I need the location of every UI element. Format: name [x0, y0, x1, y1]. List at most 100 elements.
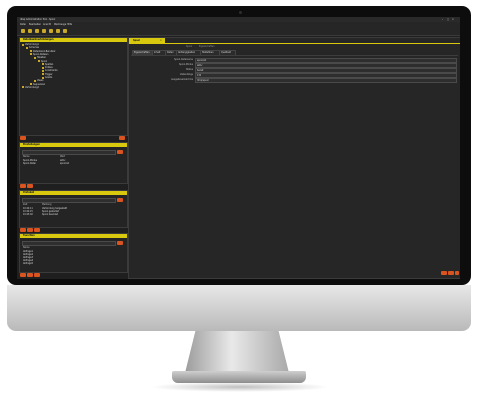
folder-icon — [38, 60, 40, 62]
settings-remove-button[interactable] — [27, 184, 33, 188]
apply-button[interactable] — [441, 271, 447, 275]
new-connection-icon[interactable] — [21, 29, 25, 33]
settings-add-button[interactable] — [20, 184, 26, 188]
log-panel: Protokoll Zeit Meldung 10:42:11 Verbindu… — [19, 190, 128, 228]
subtab-divider — [131, 55, 458, 56]
save-icon[interactable] — [35, 29, 39, 33]
folder-icon — [30, 50, 32, 53]
folder-icon — [26, 46, 28, 49]
remove-connection-button[interactable] — [119, 136, 125, 140]
settings-col-name: Name — [23, 155, 30, 158]
close-tab-icon[interactable]: × — [160, 39, 162, 42]
delete-button[interactable] — [455, 271, 459, 275]
folder-icon — [30, 53, 32, 56]
field-value: /tmp/spool — [197, 79, 209, 82]
menu-edit[interactable]: Bearbeiten — [29, 23, 41, 26]
connection-tree: Verbindung1 Schemas Datenbank-Benutzer Spoo… — [20, 43, 127, 133]
settings-filter-button[interactable] — [117, 150, 123, 154]
execute-icon[interactable] — [49, 29, 53, 33]
folder-icon — [34, 79, 36, 82]
app-window: dbsp Administration Tool - Spool – □ × D… — [17, 17, 460, 279]
settings-panel-header: Einstellungen — [20, 143, 127, 147]
subtab-content-label: Inhalt — [154, 51, 161, 54]
settings-icon[interactable] — [63, 29, 67, 33]
folder-icon — [42, 69, 44, 72]
field-label: Spool-Modus — [179, 63, 193, 66]
log-row-message[interactable]: Spool beendet — [42, 213, 58, 216]
subtab-source-label: Quelltext — [221, 51, 231, 54]
minimize-button[interactable]: – — [442, 18, 443, 21]
field-label: Spool-Dateiname — [174, 58, 193, 61]
tree-item-label: Grants — [45, 76, 53, 79]
window-title: dbsp Administration Tool - Spool — [20, 18, 56, 21]
folder-icon — [42, 66, 44, 69]
field-label: Status — [186, 68, 193, 71]
log-filter-input[interactable] — [22, 198, 116, 203]
favorites-col-name: Name — [23, 246, 30, 249]
log-filter-button[interactable] — [117, 198, 123, 202]
menu-help[interactable]: Hilfe — [67, 23, 72, 26]
folder-icon — [22, 86, 24, 89]
connections-panel: Datenbankverbindungen Verbindung1 Schemas… — [19, 37, 128, 136]
connections-panel-title: Datenbankverbindungen — [23, 38, 54, 41]
tree-item-label: Verbindung2 — [25, 85, 39, 89]
stop-icon[interactable] — [56, 29, 60, 33]
monitor-chin — [7, 285, 471, 331]
settings-panel-title: Einstellungen — [23, 143, 40, 146]
breadcrumb-item[interactable]: Eigenschaften — [199, 45, 215, 48]
log-panel-title: Protokoll — [23, 191, 35, 194]
favorites-panel-header: Favoriten — [20, 234, 127, 238]
maximize-button[interactable]: □ — [447, 18, 449, 21]
favorites-remove-button[interactable] — [34, 273, 40, 277]
revert-button[interactable] — [448, 271, 454, 275]
output-dir-field[interactable]: /tmp/spool — [195, 78, 457, 83]
favorites-filter-input[interactable] — [22, 241, 116, 246]
field-value: 132 — [197, 74, 202, 77]
field-value: bereit — [197, 69, 204, 72]
menu-view[interactable]: Ansicht — [43, 23, 51, 26]
subtab-dependencies-label: Abhängigkeiten — [178, 51, 196, 54]
favorites-filter-button[interactable] — [117, 241, 123, 245]
favorites-add-button[interactable] — [20, 273, 26, 277]
log-col-message: Meldung — [42, 203, 52, 206]
settings-filter-input[interactable] — [22, 150, 116, 155]
field-label: Zeilenlänge — [180, 73, 193, 76]
folder-icon — [30, 83, 32, 86]
menu-tools[interactable]: Werkzeuge — [54, 23, 66, 26]
settings-row-value[interactable]: spool.lst — [60, 162, 69, 165]
field-value: spool.lst — [197, 59, 207, 62]
log-col-time: Zeit — [23, 203, 28, 206]
folder-icon — [22, 43, 24, 46]
breadcrumb-item[interactable]: Spool — [186, 45, 192, 48]
settings-panel: Einstellungen Name Wert Spool-Modus akti… — [19, 142, 128, 184]
log-row-time[interactable]: 10:43:02 — [23, 213, 33, 216]
folder-icon — [42, 76, 44, 79]
toolbar — [17, 27, 460, 36]
stand-shadow — [150, 382, 330, 392]
camera-dot — [239, 11, 242, 14]
subtab-data-label: Daten — [167, 51, 174, 54]
folder-icon — [42, 73, 44, 76]
menu-file[interactable]: Datei — [20, 23, 26, 26]
open-icon[interactable] — [28, 29, 32, 33]
log-export-button[interactable] — [34, 228, 40, 232]
log-add-button[interactable] — [20, 228, 26, 232]
tab-spool-label: Spool — [133, 39, 140, 42]
settings-row-name[interactable]: Spool-Datei — [23, 162, 36, 165]
subtab-properties-label: Eigenschaften — [134, 51, 150, 54]
field-label: Ausgabeverzeichnis — [171, 78, 193, 81]
subtab-statistics-label: Statistiken — [202, 51, 214, 54]
close-window-button[interactable]: × — [452, 18, 454, 21]
settings-col-value: Wert — [60, 155, 66, 158]
monitor-stand-neck — [185, 331, 289, 373]
add-connection-button[interactable] — [20, 136, 26, 140]
folder-icon — [42, 63, 44, 66]
refresh-icon[interactable] — [42, 29, 46, 33]
log-clear-button[interactable] — [27, 228, 33, 232]
favorites-panel-title: Favoriten — [23, 234, 35, 237]
log-panel-header: Protokoll — [20, 191, 127, 195]
favorites-edit-button[interactable] — [27, 273, 33, 277]
tab-underline — [129, 43, 460, 44]
connections-panel-header: Datenbankverbindungen — [20, 38, 127, 42]
favorites-row[interactable]: Abfrage5 — [23, 262, 33, 265]
